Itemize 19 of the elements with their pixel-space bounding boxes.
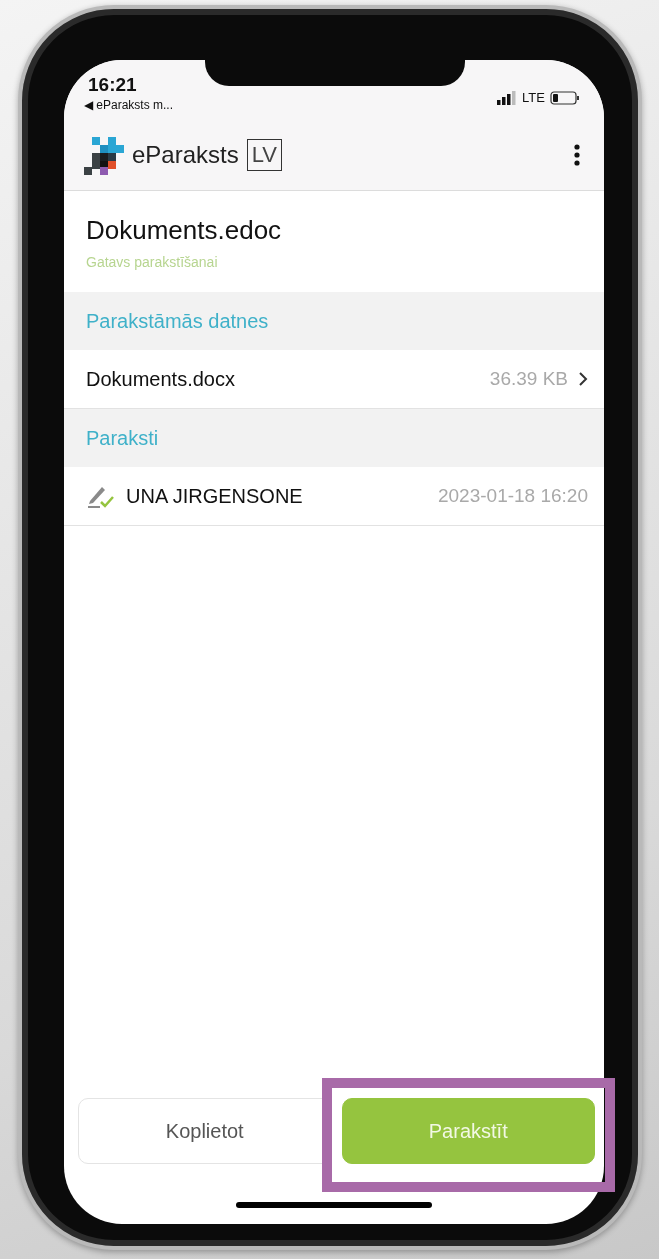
row-detail: 2023-01-18 16:20 xyxy=(438,485,588,507)
list-row[interactable]: UNA JIRGENSONE 2023-01-18 16:20 xyxy=(64,467,604,526)
chevron-right-icon xyxy=(578,371,588,387)
back-link[interactable]: ◀ eParaksts m... xyxy=(84,98,174,112)
document-title: Dokuments.edoc xyxy=(86,215,283,246)
section-header: Parakstāmās datnes xyxy=(64,292,604,350)
signal-icon xyxy=(497,90,518,105)
row-title: UNA JIRGENSONE xyxy=(126,484,303,508)
battery-icon xyxy=(550,90,580,105)
logo-icon xyxy=(84,135,124,175)
section-header: Paraksti xyxy=(64,409,604,467)
more-menu-icon[interactable] xyxy=(574,144,580,166)
row-title: Dokuments.docx xyxy=(86,367,235,391)
clock-time: 16:21 xyxy=(87,74,138,96)
app-name: eParaksts xyxy=(132,141,239,169)
row-detail: 36.39 KB xyxy=(489,368,568,390)
network-label: LTE xyxy=(522,90,545,105)
document-status: Gatavs parakstīšanai xyxy=(86,254,219,270)
country-badge: LV xyxy=(246,139,282,171)
